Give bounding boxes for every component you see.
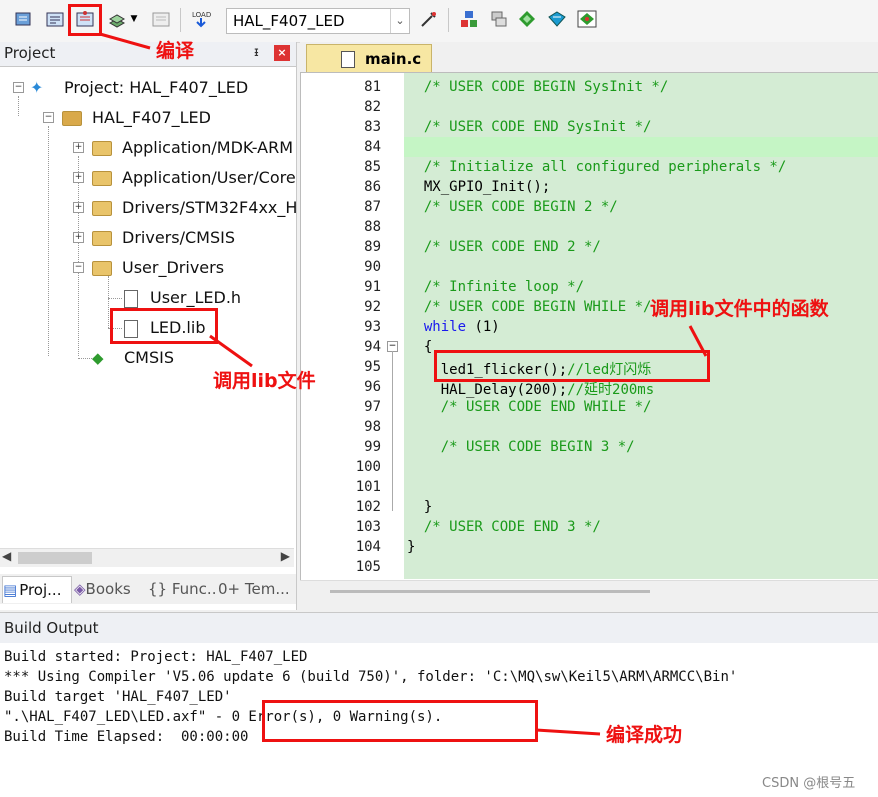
watermark: CSDN @根号五 <box>762 776 856 791</box>
highlight-box-success <box>262 700 538 742</box>
annotation-success: 编译成功 <box>606 724 683 746</box>
annotation-call-func: 调用lib文件中的函数 <box>650 294 829 321</box>
arrow-success <box>535 728 601 736</box>
arrow-compile <box>99 32 151 50</box>
annotation-arrows <box>99 32 708 736</box>
highlight-box-lib <box>110 308 218 344</box>
annotation-compile: 编译 <box>156 40 195 62</box>
highlight-box-function <box>434 350 710 382</box>
annotation-call-lib: 调用lib文件 <box>213 370 316 392</box>
